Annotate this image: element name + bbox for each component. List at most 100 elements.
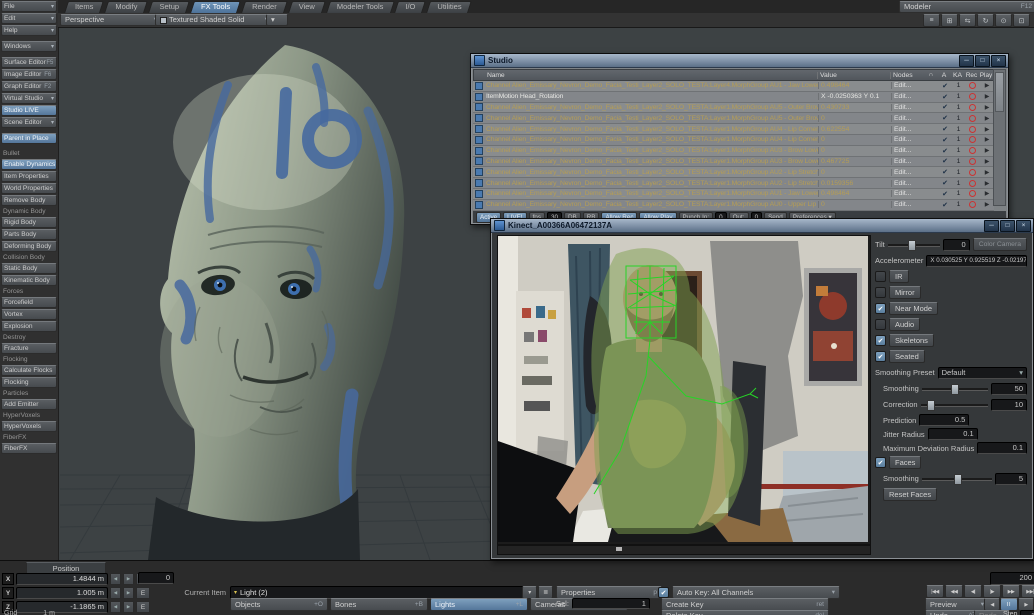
edit-nodes-button[interactable]: Edit... [891,169,926,176]
slider-value-field[interactable]: 50 [991,383,1027,395]
transport-button[interactable]: ▶▶ [1002,585,1020,598]
channel-row[interactable]: ItemMotion Head_Rotation X -0.0250363 Y … [473,92,994,103]
axis-tag[interactable]: X [2,573,14,585]
menu-tab[interactable]: Modify [104,0,148,13]
item-type-button[interactable]: Objects +O [230,598,328,611]
tilt-value-field[interactable]: 0 [943,239,970,251]
sidebar-item[interactable]: Flocking [1,355,57,364]
active-checkmark[interactable]: ✔ [938,168,952,176]
play-toggle[interactable]: ▶ [980,201,994,208]
toggle-label-button[interactable]: Mirror [889,286,921,299]
checkbox[interactable] [875,271,886,282]
viewport-nav-icon[interactable]: ⊙ [995,14,1012,27]
channel-row[interactable]: Channel Alien_Emissary_Nevron_Demo_Facia… [473,200,994,211]
active-checkmark[interactable]: ✔ [938,136,952,144]
viewport-options-dropdown[interactable]: ▾ [266,14,288,26]
record-toggle[interactable] [965,180,980,187]
axis-tag[interactable]: Y [2,587,14,599]
menu-tab[interactable]: View [288,0,326,13]
play-toggle[interactable]: ▶ [980,158,994,165]
sidebar-item[interactable]: Help ▾ [1,25,57,36]
video-scrollbar[interactable] [497,545,871,555]
faces-label-button[interactable]: Faces [889,456,921,469]
channel-row[interactable]: Channel Alien_Emissary_Nevron_Demo_Facia… [473,124,994,135]
edit-nodes-button[interactable]: Edit... [891,201,926,208]
edit-nodes-button[interactable]: Edit... [891,126,926,133]
color-camera-button[interactable]: Color Camera [973,238,1027,251]
checkbox[interactable] [875,287,886,298]
active-checkmark[interactable]: ✔ [938,147,952,155]
record-toggle[interactable] [965,147,980,154]
sidebar-item[interactable]: Kinematic Body [1,275,57,286]
menu-tab[interactable]: Utilities [426,0,472,13]
play-toggle[interactable]: ▶ [980,126,994,133]
sidebar-item[interactable]: Add Emitter [1,399,57,410]
edit-nodes-button[interactable]: Edit... [891,104,926,111]
faces-smoothing-slider[interactable] [922,474,992,483]
transport-button[interactable]: ◀| [964,585,982,598]
sidebar-item[interactable]: Vortex [1,309,57,320]
channel-row[interactable]: Channel Alien_Emissary_Nevron_Demo_Facia… [473,81,994,92]
menu-tab[interactable]: Setup [148,0,190,13]
edit-nodes-button[interactable]: Edit... [891,93,926,100]
undo-button[interactable]: Undo ^Z [925,610,981,615]
channel-row[interactable]: Channel Alien_Emissary_Nevron_Demo_Facia… [473,146,994,157]
sidebar-item[interactable]: Parent in Place [1,133,57,144]
viewport-nav-icon[interactable]: ⊡ [1013,14,1030,27]
active-checkmark[interactable]: ✔ [938,125,952,133]
sidebar-item[interactable]: Flocking [1,377,57,388]
sidebar-item[interactable]: Collision Body [1,253,57,262]
studio-scrollbar[interactable] [993,69,1006,206]
menu-tab[interactable]: Items [64,0,104,13]
end-frame-field[interactable]: 200 [990,572,1034,585]
item-type-button[interactable]: Lights +L [430,598,528,611]
sidebar-item[interactable]: Destroy [1,333,57,342]
transport-button[interactable]: ◀◀ [945,585,963,598]
edit-nodes-button[interactable]: Edit... [891,82,926,89]
slider[interactable] [922,384,988,393]
sidebar-item[interactable]: Deforming Body [1,241,57,252]
sidebar-item[interactable]: Rigid Body [1,217,57,228]
active-checkmark[interactable]: ✔ [938,179,952,187]
spin-right-icon[interactable]: ▶ [123,601,134,613]
sidebar-item[interactable]: Particles [1,389,57,398]
edit-nodes-button[interactable]: Edit... [891,147,926,154]
viewport-nav-icon[interactable]: ≡ [923,14,940,27]
play-toggle[interactable]: ▶ [980,180,994,187]
value-field[interactable]: 0.1 [928,428,978,440]
sidebar-item[interactable]: Scene Editor ▾ [1,117,57,128]
sidebar-item[interactable]: HyperVoxels [1,421,57,432]
edit-nodes-button[interactable]: Edit... [891,115,926,122]
maximize-button[interactable]: □ [1000,220,1015,232]
slider-handle[interactable] [927,400,935,411]
shading-mode-dropdown[interactable]: Textured Shaded Solid ▾ [155,14,273,26]
value-field[interactable]: 0.5 [919,414,969,426]
edit-nodes-button[interactable]: Edit... [891,190,926,197]
channel-row[interactable]: Channel Alien_Emissary_Nevron_Demo_Facia… [473,113,994,124]
minimize-button[interactable]: ─ [959,55,974,67]
faces-checkbox[interactable]: ✔ [875,457,886,468]
channel-row[interactable]: Channel Alien_Emissary_Nevron_Demo_Facia… [473,157,994,168]
sidebar-item[interactable] [1,145,57,148]
play-toggle[interactable]: ▶ [980,93,994,100]
spin-left-icon[interactable]: ◀ [110,587,121,599]
channel-row[interactable]: Channel Alien_Emissary_Nevron_Demo_Facia… [473,167,994,178]
toggle-label-button[interactable]: Audio [889,318,920,331]
transport-button[interactable]: ▶▶| [1021,585,1034,598]
channel-row[interactable]: Channel Alien_Emissary_Nevron_Demo_Facia… [473,178,994,189]
axis-value-field[interactable]: 1.005 m [16,587,108,599]
reset-faces-button[interactable]: Reset Faces [883,488,937,501]
envelope-button[interactable]: E [136,587,150,599]
modeler-button[interactable]: Modeler F12 [899,1,1034,13]
transport-button[interactable]: |◀◀ [926,585,944,598]
kinect-titlebar[interactable]: Kinect_A00366A06472137A ─ □ × [491,219,1033,233]
viewport-nav-icon[interactable]: ⇆ [959,14,976,27]
minimize-button[interactable]: ─ [984,220,999,232]
sidebar-item[interactable] [1,129,57,132]
sidebar-item[interactable]: Item Properties [1,171,57,182]
play-toggle[interactable]: ▶ [980,115,994,122]
tilt-slider[interactable] [888,240,940,249]
envelope-button[interactable]: E [136,601,150,613]
menu-tab[interactable]: Render [241,0,288,13]
play-toggle[interactable]: ▶ [980,169,994,176]
